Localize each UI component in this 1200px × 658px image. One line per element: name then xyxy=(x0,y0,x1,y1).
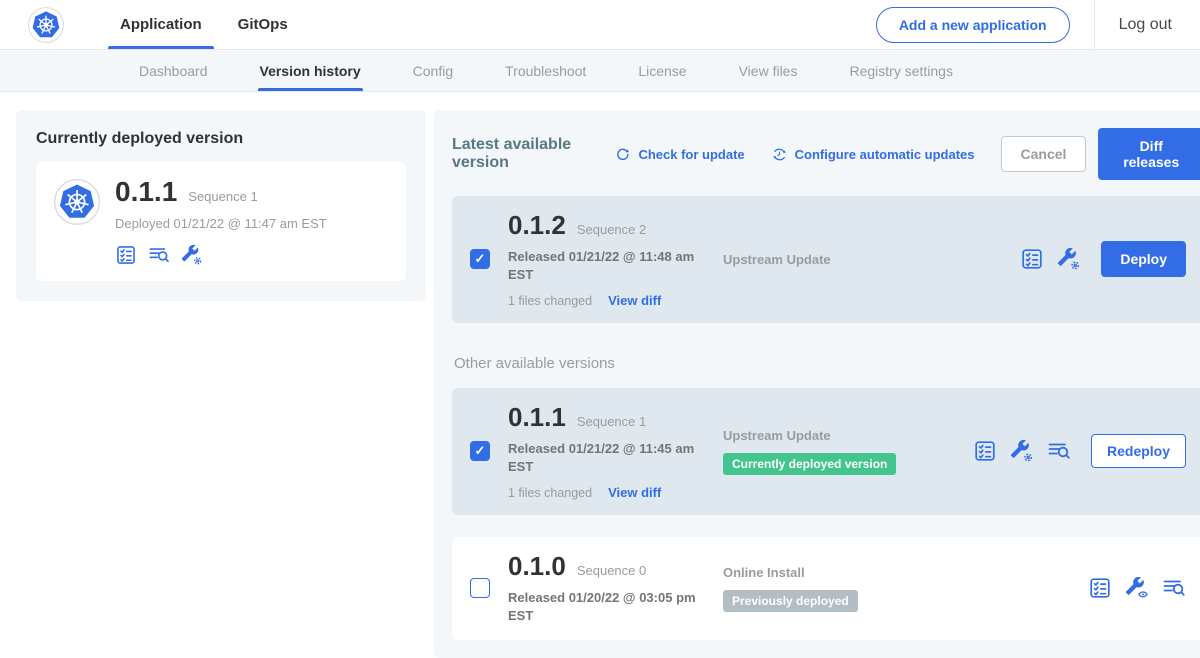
tab-gitops[interactable]: GitOps xyxy=(220,0,306,49)
app-logo-icon xyxy=(54,179,100,225)
diff-releases-button[interactable]: Diff releases xyxy=(1098,128,1200,180)
other-available-versions-title: Other available versions xyxy=(454,355,1200,372)
sequence-label: Sequence 1 xyxy=(577,414,646,429)
tab-application-label: Application xyxy=(120,16,202,33)
main-content: Currently deployed version 0.1.1 Sequenc… xyxy=(0,92,1200,658)
deployed-timestamp: Deployed 01/21/22 @ 11:47 am EST xyxy=(115,216,327,231)
tab-view-files[interactable]: View files xyxy=(739,50,798,91)
tab-troubleshoot[interactable]: Troubleshoot xyxy=(505,50,586,91)
redeploy-button[interactable]: Redeploy xyxy=(1091,434,1186,468)
configure-automatic-updates-label: Configure automatic updates xyxy=(795,147,975,162)
deployed-version-card: 0.1.1 Sequence 1 Deployed 01/21/22 @ 11:… xyxy=(36,162,406,281)
version-number: 0.1.0 xyxy=(508,552,566,581)
view-files-icon[interactable] xyxy=(1047,439,1071,463)
released-timestamp: Released 01/21/22 @ 11:48 am EST xyxy=(508,248,700,284)
refresh-icon xyxy=(614,146,631,163)
files-changed-label: 1 files changed xyxy=(508,294,592,308)
release-notes-icon[interactable] xyxy=(1020,247,1044,271)
deploy-button[interactable]: Deploy xyxy=(1101,241,1186,277)
kubernetes-logo-icon xyxy=(28,7,64,43)
version-number: 0.1.2 xyxy=(508,211,566,240)
top-nav-spacer xyxy=(306,0,876,49)
top-nav: Application GitOps Add a new application… xyxy=(0,0,1200,50)
view-files-icon[interactable] xyxy=(148,244,170,266)
currently-deployed-badge: Currently deployed version xyxy=(723,453,896,475)
deployed-sequence-label: Sequence 1 xyxy=(188,189,257,204)
view-diff-link[interactable]: View diff xyxy=(608,293,661,308)
released-timestamp: Released 01/21/22 @ 11:45 am EST xyxy=(508,440,700,476)
currently-deployed-title: Currently deployed version xyxy=(36,130,406,148)
version-source-label: Online Install xyxy=(723,565,973,580)
view-diff-link[interactable]: View diff xyxy=(608,485,661,500)
files-changed-label: 1 files changed xyxy=(508,486,592,500)
tab-dashboard[interactable]: Dashboard xyxy=(139,50,208,91)
release-notes-icon[interactable] xyxy=(973,439,997,463)
version-row: 0.1.1 Sequence 1 Released 01/21/22 @ 11:… xyxy=(452,388,1200,515)
view-files-icon[interactable] xyxy=(1162,576,1186,600)
cancel-button[interactable]: Cancel xyxy=(1001,136,1087,172)
edit-config-icon[interactable] xyxy=(181,244,203,266)
add-new-application-button[interactable]: Add a new application xyxy=(876,7,1070,43)
version-row: 0.1.2 Sequence 2 Released 01/21/22 @ 11:… xyxy=(452,196,1200,323)
available-versions-panel: Latest available version Check for updat… xyxy=(434,110,1200,658)
tab-version-history[interactable]: Version history xyxy=(260,50,361,91)
app-sub-nav: Dashboard Version history Config Trouble… xyxy=(0,50,1200,92)
previously-deployed-badge: Previously deployed xyxy=(723,590,858,612)
tab-config[interactable]: Config xyxy=(413,50,453,91)
version-source-label: Upstream Update xyxy=(723,252,973,267)
check-for-update-label: Check for update xyxy=(638,147,744,162)
release-notes-icon[interactable] xyxy=(115,244,137,266)
version-select-checkbox[interactable] xyxy=(470,441,490,461)
configure-automatic-updates-link[interactable]: Configure automatic updates xyxy=(771,146,975,163)
version-number: 0.1.1 xyxy=(508,403,566,432)
sequence-label: Sequence 2 xyxy=(577,222,646,237)
sequence-label: Sequence 0 xyxy=(577,563,646,578)
view-config-icon[interactable] xyxy=(1125,576,1149,600)
released-timestamp: Released 01/20/22 @ 03:05 pm EST xyxy=(508,589,700,625)
logout-button[interactable]: Log out xyxy=(1095,0,1200,49)
edit-config-icon[interactable] xyxy=(1057,247,1081,271)
currently-deployed-card: Currently deployed version 0.1.1 Sequenc… xyxy=(16,110,426,301)
check-for-update-link[interactable]: Check for update xyxy=(614,146,744,163)
version-row: 0.1.0 Sequence 0 Released 01/20/22 @ 03:… xyxy=(452,537,1200,640)
version-select-checkbox[interactable] xyxy=(470,578,490,598)
tab-application[interactable]: Application xyxy=(102,0,220,49)
release-notes-icon[interactable] xyxy=(1088,576,1112,600)
auto-update-clock-icon xyxy=(771,146,788,163)
tab-gitops-label: GitOps xyxy=(238,16,288,33)
edit-config-icon[interactable] xyxy=(1010,439,1034,463)
tab-license[interactable]: License xyxy=(638,50,686,91)
version-source-label: Upstream Update xyxy=(723,428,973,443)
deployed-version-number: 0.1.1 xyxy=(115,177,177,208)
version-select-checkbox[interactable] xyxy=(470,249,490,269)
latest-available-title: Latest available version xyxy=(452,136,598,172)
tab-registry-settings[interactable]: Registry settings xyxy=(849,50,952,91)
